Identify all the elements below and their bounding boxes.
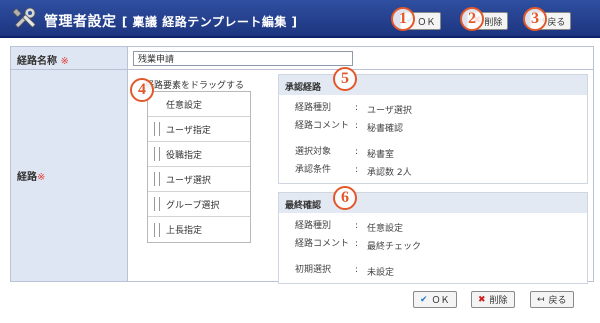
final-row-value: 任意設定 bbox=[367, 224, 404, 234]
final-row-key: 初期選択 bbox=[295, 265, 332, 275]
marker-6: 6 bbox=[333, 186, 357, 210]
final-row-sep: : bbox=[355, 221, 359, 231]
grip-icon bbox=[154, 197, 160, 211]
footer-ok-button[interactable]: ✔ ＯＫ bbox=[413, 291, 457, 308]
header-bar: 管理者設定 [ 稟議 経路テンプレート編集 ] ✔ ＯＫ ✖ 削除 ↤ 戻る 1… bbox=[0, 0, 600, 38]
approval-row-sep: : bbox=[355, 147, 359, 157]
required-mark: ※ bbox=[37, 172, 46, 183]
grip-icon bbox=[154, 122, 160, 136]
final-row-sep: : bbox=[355, 265, 359, 275]
footer-back-button[interactable]: ↤ 戻る bbox=[530, 291, 574, 308]
marker-5: 5 bbox=[333, 67, 357, 91]
palette-item-label: ユーザ選択 bbox=[166, 175, 211, 186]
route-name-input[interactable] bbox=[133, 51, 353, 66]
approval-row-key: 選択対象 bbox=[295, 147, 332, 157]
tools-icon bbox=[12, 7, 36, 28]
approval-row-value: 秘書室 bbox=[367, 150, 395, 160]
approval-row-key: 経路種別 bbox=[295, 103, 332, 113]
required-mark: ※ bbox=[60, 56, 69, 67]
final-row: 経路種別 : 任意設定 bbox=[279, 217, 587, 235]
approval-row-sep: : bbox=[355, 165, 359, 175]
page-subtitle: [ 稟議 経路テンプレート編集 ] bbox=[121, 15, 298, 29]
palette-item-label: 上長指定 bbox=[166, 226, 203, 236]
approval-row-value: 承認数 2人 bbox=[367, 168, 412, 178]
approval-row-key: 承認条件 bbox=[295, 165, 332, 175]
palette-item-supervisor[interactable]: 上長指定 bbox=[148, 217, 250, 242]
grip-icon bbox=[154, 147, 160, 161]
palette-item-group-select[interactable]: グループ選択 bbox=[148, 192, 250, 217]
footer-ok-label: ＯＫ bbox=[431, 296, 450, 306]
palette-item-label: 役職指定 bbox=[166, 150, 203, 161]
approval-row-value: ユーザ選択 bbox=[367, 106, 412, 116]
marker-1: 1 bbox=[391, 7, 415, 31]
approval-row-sep: : bbox=[355, 121, 359, 131]
footer-delete-button[interactable]: ✖ 削除 bbox=[471, 291, 515, 308]
marker-2: 2 bbox=[460, 7, 484, 31]
route-label-text: 経路 bbox=[17, 172, 37, 183]
palette-item-label: 任意設定 bbox=[166, 100, 203, 111]
route-name-label-text: 経路名称 bbox=[17, 56, 57, 67]
check-icon: ✔ bbox=[420, 294, 428, 305]
route-name-row: 経路名称 ※ bbox=[11, 47, 593, 70]
marker-3: 3 bbox=[523, 7, 547, 31]
final-row-key: 経路種別 bbox=[295, 221, 332, 231]
approval-route-panel[interactable]: 承認経路 経路種別 : ユーザ選択 経路コメント : 秘書確認 選択対象 : 秘… bbox=[278, 74, 588, 184]
final-confirm-title: 最終確認 bbox=[279, 193, 587, 213]
page-title: 管理者設定 [ 稟議 経路テンプレート編集 ] bbox=[44, 11, 298, 31]
route-element-palette: 任意設定 ユーザ指定 役職指定 ユーザ選択 グループ選択 上長指定 bbox=[147, 91, 251, 243]
approval-row-value: 秘書確認 bbox=[367, 124, 404, 134]
final-row-key: 経路コメント bbox=[295, 239, 350, 249]
palette-item-label: グループ選択 bbox=[166, 200, 220, 211]
approval-row: 経路コメント : 秘書確認 bbox=[279, 117, 587, 143]
x-icon: ✖ bbox=[478, 294, 486, 305]
header-back-label: 戻る bbox=[547, 17, 566, 28]
final-row: 経路コメント : 最終チェック bbox=[279, 235, 587, 261]
palette-item-label: ユーザ指定 bbox=[166, 125, 211, 136]
final-row-value: 最終チェック bbox=[367, 242, 422, 252]
approval-row-key: 経路コメント bbox=[295, 121, 350, 131]
route-label: 経路※ bbox=[11, 70, 128, 281]
grip-icon bbox=[154, 222, 160, 237]
marker-4: 4 bbox=[130, 78, 154, 102]
approval-row-sep: : bbox=[355, 103, 359, 113]
final-row: 初期選択 : 未設定 bbox=[279, 261, 587, 279]
final-row-sep: : bbox=[355, 239, 359, 249]
final-row-value: 未設定 bbox=[367, 268, 395, 278]
approval-route-title: 承認経路 bbox=[279, 75, 587, 95]
approval-row: 選択対象 : 秘書室 bbox=[279, 143, 587, 161]
palette-item-user-select[interactable]: ユーザ選択 bbox=[148, 167, 250, 192]
drag-caption: 経路要素をドラッグする bbox=[145, 81, 245, 91]
route-name-label: 経路名称 ※ bbox=[11, 47, 128, 69]
final-confirm-panel[interactable]: 最終確認 経路種別 : 任意設定 経路コメント : 最終チェック 初期選択 : … bbox=[278, 192, 588, 284]
back-arrow-icon: ↤ bbox=[537, 294, 545, 305]
palette-item-user-specified[interactable]: ユーザ指定 bbox=[148, 117, 250, 142]
header-ok-label: ＯＫ bbox=[417, 17, 436, 28]
grip-icon bbox=[154, 172, 160, 186]
approval-row: 経路種別 : ユーザ選択 bbox=[279, 99, 587, 117]
palette-item-position[interactable]: 役職指定 bbox=[148, 142, 250, 167]
approval-row: 承認条件 : 承認数 2人 bbox=[279, 161, 587, 179]
palette-item-arbitrary[interactable]: 任意設定 bbox=[148, 92, 250, 117]
footer-delete-label: 削除 bbox=[489, 296, 508, 306]
footer-back-label: 戻る bbox=[548, 296, 567, 306]
header-delete-label: 削除 bbox=[484, 17, 503, 28]
page-title-main: 管理者設定 bbox=[44, 14, 117, 30]
route-form: 経路名称 ※ 経路※ 経路要素をドラッグする 任意設定 ユーザ指定 役職指定 ユ… bbox=[10, 46, 594, 284]
